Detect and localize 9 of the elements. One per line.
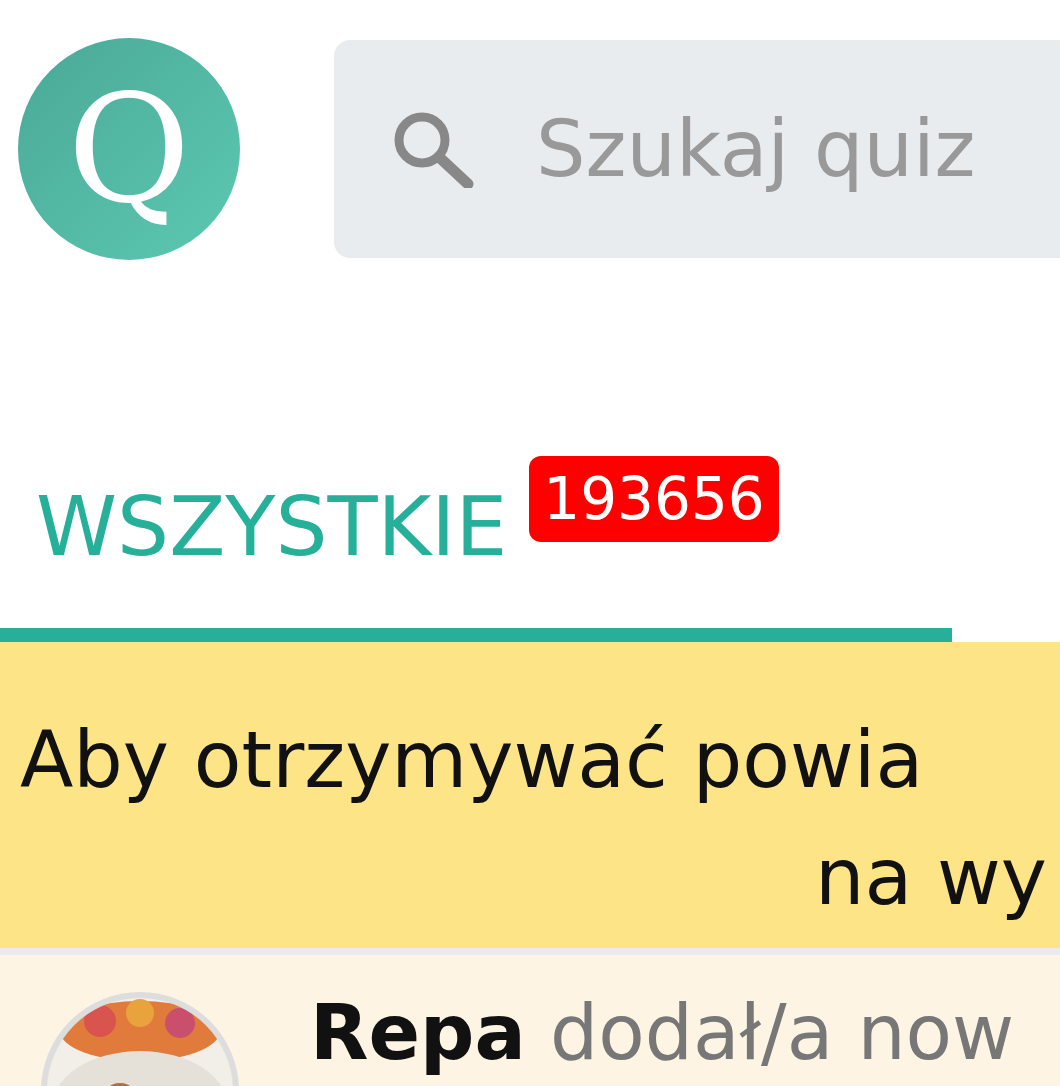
search-field[interactable]: Szukaj quiz [536, 90, 1060, 208]
logo[interactable]: Q [18, 38, 240, 260]
search-icon [392, 110, 474, 188]
banner-text: Aby otrzymywać powia [20, 715, 924, 805]
count-badge: 193656 [529, 455, 779, 542]
tab-label: WSZYSTKIE [36, 485, 508, 568]
banner-text: na wy [815, 832, 1047, 922]
search-bar[interactable]: Szukaj quiz [334, 40, 1060, 258]
activity-text: Repa dodał/a now [310, 995, 1015, 1079]
